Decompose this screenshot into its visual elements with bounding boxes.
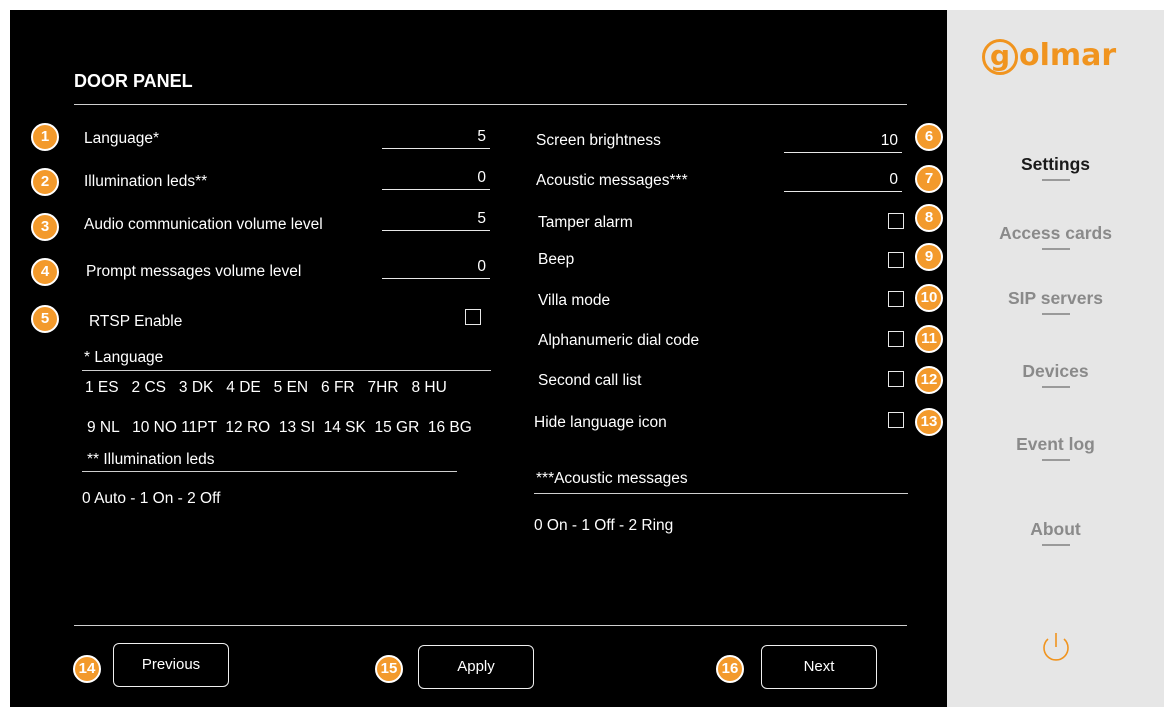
sidebar-item-settings[interactable]: Settings bbox=[947, 154, 1164, 181]
villa-mode-checkbox[interactable] bbox=[888, 291, 904, 307]
language-label: Language* bbox=[84, 130, 159, 147]
alphanumeric-dial-checkbox[interactable] bbox=[888, 331, 904, 347]
previous-button[interactable]: Previous bbox=[113, 643, 229, 687]
sidebar-underline bbox=[1041, 248, 1070, 250]
second-call-list-checkbox[interactable] bbox=[888, 371, 904, 387]
badge-16: 16 bbox=[716, 655, 744, 683]
acoustic-messages-label: Acoustic messages*** bbox=[536, 172, 688, 189]
title-divider bbox=[74, 104, 907, 105]
badge-15: 15 bbox=[375, 655, 403, 683]
main-panel: DOOR PANEL 1 Language* 5 2 Illumination … bbox=[10, 10, 947, 707]
badge-11: 11 bbox=[915, 325, 943, 353]
language-field[interactable]: 5 bbox=[382, 127, 490, 149]
badge-5: 5 bbox=[31, 305, 59, 333]
language-note-title: * Language bbox=[84, 349, 164, 366]
badge-9: 9 bbox=[915, 243, 943, 271]
sidebar-item-label: SIP servers bbox=[1007, 288, 1104, 308]
language-codes-line1: 1 ES 2 CS 3 DK 4 DE 5 EN 6 FR 7HR 8 HU bbox=[85, 379, 447, 396]
sidebar-item-devices[interactable]: Devices bbox=[947, 361, 1164, 388]
rtsp-enable-label: RTSP Enable bbox=[89, 313, 183, 330]
page-title: DOOR PANEL bbox=[74, 71, 193, 91]
acoustic-messages-field[interactable]: 0 bbox=[784, 170, 902, 192]
badge-10: 10 bbox=[915, 284, 943, 312]
hide-language-icon-checkbox[interactable] bbox=[888, 412, 904, 428]
sidebar-item-event-log[interactable]: Event log bbox=[947, 434, 1164, 461]
leds-note-values: 0 Auto - 1 On - 2 Off bbox=[82, 490, 221, 507]
sidebar-underline bbox=[1041, 544, 1070, 546]
prompt-volume-label: Prompt messages volume level bbox=[86, 263, 302, 280]
prompt-volume-field[interactable]: 0 bbox=[382, 257, 490, 279]
logo-g-mark: g bbox=[982, 38, 1018, 75]
sidebar-underline bbox=[1041, 313, 1070, 315]
sidebar-item-sip-servers[interactable]: SIP servers bbox=[947, 288, 1164, 315]
tamper-alarm-checkbox[interactable] bbox=[888, 213, 904, 229]
second-call-list-label: Second call list bbox=[538, 372, 642, 389]
acoustic-note-values: 0 On - 1 Off - 2 Ring bbox=[534, 517, 674, 534]
acoustic-note-title: ***Acoustic messages bbox=[536, 470, 688, 487]
power-icon[interactable] bbox=[1038, 630, 1074, 666]
badge-2: 2 bbox=[31, 168, 59, 196]
audio-volume-label: Audio communication volume level bbox=[84, 216, 323, 233]
badge-8: 8 bbox=[915, 204, 943, 232]
sidebar-item-about[interactable]: About bbox=[947, 519, 1164, 546]
badge-14: 14 bbox=[73, 655, 101, 683]
villa-mode-label: Villa mode bbox=[538, 292, 611, 309]
rtsp-enable-checkbox[interactable] bbox=[465, 309, 481, 325]
sidebar-item-label: Event log bbox=[1016, 434, 1095, 454]
beep-label: Beep bbox=[538, 251, 575, 268]
tamper-alarm-label: Tamper alarm bbox=[538, 214, 633, 231]
sidebar-item-label: Settings bbox=[1020, 154, 1091, 174]
leds-note-divider bbox=[82, 471, 457, 472]
golmar-logo: g olmar bbox=[982, 38, 1116, 75]
sidebar-underline bbox=[1041, 179, 1070, 181]
audio-volume-field[interactable]: 5 bbox=[382, 209, 490, 231]
language-note-divider bbox=[82, 370, 491, 371]
badge-6: 6 bbox=[915, 123, 943, 151]
badge-7: 7 bbox=[915, 165, 943, 193]
acoustic-note-divider bbox=[534, 493, 908, 494]
illumination-leds-label: Illumination leds** bbox=[84, 173, 208, 190]
sidebar-item-label: Access cards bbox=[999, 223, 1112, 243]
badge-3: 3 bbox=[31, 213, 59, 241]
apply-button[interactable]: Apply bbox=[418, 645, 534, 689]
logo-text: olmar bbox=[1019, 38, 1117, 73]
badge-1: 1 bbox=[31, 123, 59, 151]
illumination-leds-field[interactable]: 0 bbox=[382, 168, 490, 190]
sidebar-item-access-cards[interactable]: Access cards bbox=[947, 223, 1164, 250]
beep-checkbox[interactable] bbox=[888, 252, 904, 268]
screen-brightness-field[interactable]: 10 bbox=[784, 131, 902, 153]
badge-4: 4 bbox=[31, 258, 59, 286]
next-button[interactable]: Next bbox=[761, 645, 877, 689]
leds-note-title: ** Illumination leds bbox=[87, 451, 215, 468]
sidebar: g olmar Settings Access cards SIP servers… bbox=[947, 10, 1164, 707]
sidebar-underline bbox=[1041, 386, 1070, 388]
sidebar-underline bbox=[1041, 459, 1070, 461]
badge-12: 12 bbox=[915, 366, 943, 394]
screen-brightness-label: Screen brightness bbox=[536, 132, 661, 149]
alphanumeric-dial-label: Alphanumeric dial code bbox=[538, 332, 700, 349]
badge-13: 13 bbox=[915, 408, 943, 436]
hide-language-icon-label: Hide language icon bbox=[534, 414, 667, 431]
sidebar-item-label: Devices bbox=[1022, 361, 1089, 381]
language-codes-line2: 9 NL 10 NO 11PT 12 RO 13 SI 14 SK 15 GR … bbox=[87, 419, 472, 436]
sidebar-item-label: About bbox=[1030, 519, 1081, 539]
footer-divider bbox=[74, 625, 907, 626]
